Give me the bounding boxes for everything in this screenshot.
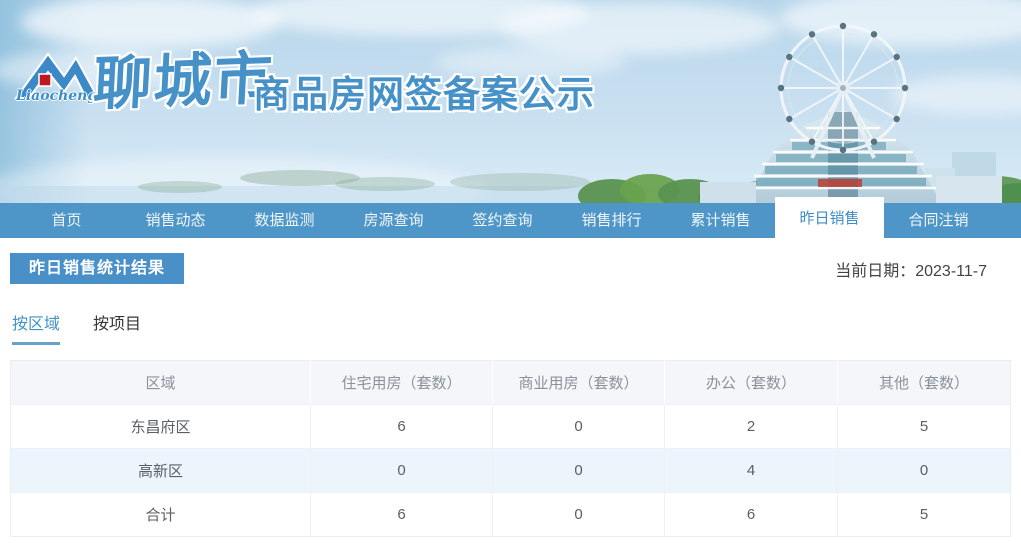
col-header-office: 办公（套数）	[664, 360, 838, 405]
page-title: 昨日销售统计结果	[10, 253, 185, 284]
table-row: 东昌府区 6 0 2 5	[10, 404, 1011, 449]
site-name: 聊城市	[91, 45, 276, 118]
col-header-residential: 住宅用房（套数）	[310, 360, 493, 405]
nav-item-sales-trends[interactable]: 销售动态	[121, 203, 230, 238]
cell-region: 高新区	[10, 448, 311, 493]
nav-item-contract-cancellation[interactable]: 合同注销	[884, 203, 993, 238]
nav-item-contract-search[interactable]: 签约查询	[448, 203, 557, 238]
logo-script-text: Liaocheng	[16, 88, 98, 104]
table-row-total: 合计 6 0 6 5	[10, 492, 1011, 537]
cell-commercial: 0	[492, 492, 665, 537]
cell-office: 2	[664, 404, 838, 449]
col-header-other: 其他（套数）	[837, 360, 1011, 405]
cell-commercial: 0	[492, 448, 665, 493]
cell-other: 5	[837, 492, 1011, 537]
nav-item-home[interactable]: 首页	[12, 203, 121, 238]
table-header-row: 区域 住宅用房（套数） 商业用房（套数） 办公（套数） 其他（套数）	[10, 360, 1011, 405]
cell-residential: 6	[310, 492, 493, 537]
cell-office: 6	[664, 492, 838, 537]
current-date: 当前日期：2023-11-7	[835, 262, 987, 280]
col-header-region: 区域	[10, 360, 311, 405]
page: Liaocheng 聊城市 商品房网签备案公示 首页 销售动态 数据监测 房源查…	[0, 0, 1021, 543]
cell-residential: 6	[310, 404, 493, 449]
cell-office: 4	[664, 448, 838, 493]
cell-region: 合计	[10, 492, 311, 537]
nav-item-cumulative-sales[interactable]: 累计销售	[666, 203, 775, 238]
table-row: 高新区 0 0 4 0	[10, 448, 1011, 493]
tab-by-region[interactable]: 按区域	[12, 310, 61, 345]
content-area: 昨日销售统计结果 当前日期：2023-11-7 按区域 按项目 区域 住宅用房（…	[0, 238, 1021, 537]
view-tabs: 按区域 按项目	[10, 310, 1011, 345]
sales-stats-table: 区域 住宅用房（套数） 商业用房（套数） 办公（套数） 其他（套数） 东昌府区 …	[10, 360, 1011, 537]
col-header-commercial: 商业用房（套数）	[492, 360, 665, 405]
cell-commercial: 0	[492, 404, 665, 449]
main-nav: 首页 销售动态 数据监测 房源查询 签约查询 销售排行 累计销售 昨日销售 合同…	[0, 197, 1021, 238]
cell-region: 东昌府区	[10, 404, 311, 449]
cell-residential: 0	[310, 448, 493, 493]
cell-other: 5	[837, 404, 1011, 449]
nav-item-data-monitor[interactable]: 数据监测	[230, 203, 339, 238]
hero-banner: Liaocheng 聊城市 商品房网签备案公示	[0, 0, 1021, 203]
tab-by-project[interactable]: 按项目	[93, 310, 141, 345]
cell-other: 0	[837, 448, 1011, 493]
nav-item-listing-search[interactable]: 房源查询	[339, 203, 448, 238]
banner-title: 商品房网签备案公示	[253, 74, 595, 115]
nav-item-sales-ranking[interactable]: 销售排行	[557, 203, 666, 238]
nav-item-yesterday-sales[interactable]: 昨日销售	[775, 197, 884, 238]
